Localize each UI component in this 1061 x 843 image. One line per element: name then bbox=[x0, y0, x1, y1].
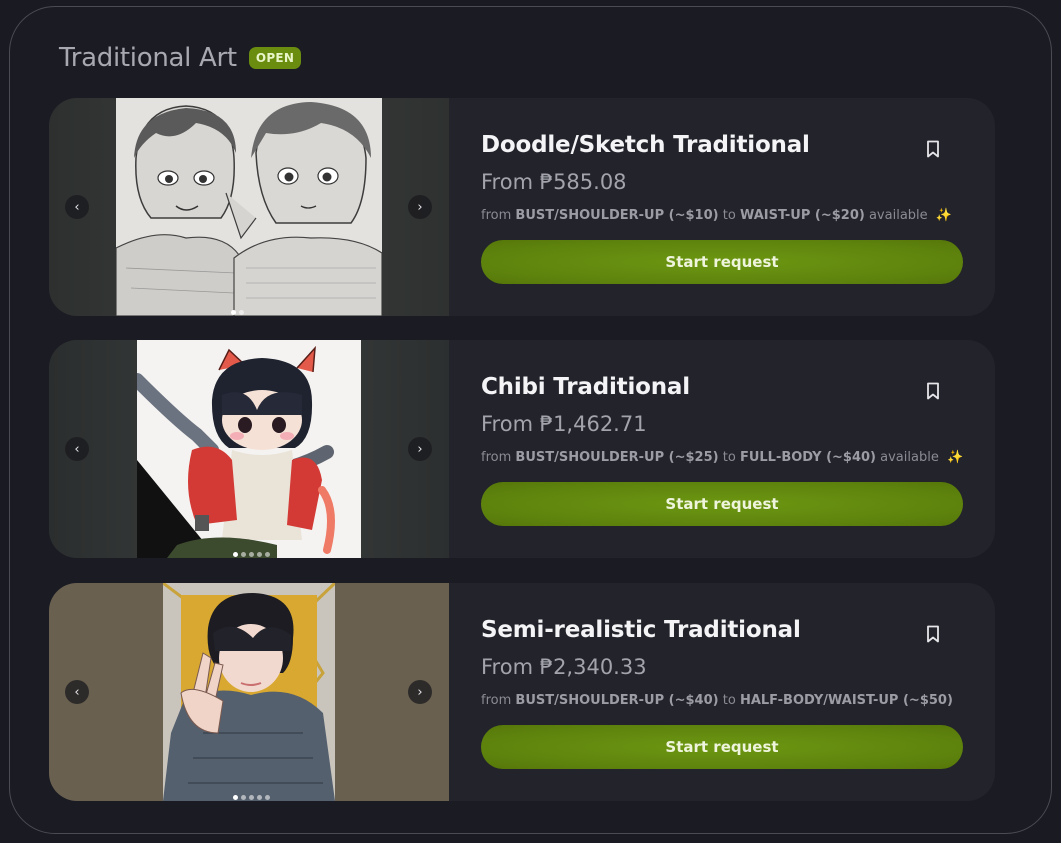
carousel-next-button[interactable]: › bbox=[408, 680, 432, 704]
bookmark-icon[interactable] bbox=[923, 381, 943, 401]
chevron-left-icon: ‹ bbox=[74, 441, 80, 457]
section-header: Traditional Art OPEN bbox=[59, 43, 302, 73]
card-info: Chibi Traditional From ₱1,462.71 from BU… bbox=[481, 340, 963, 558]
sparkle-icon: ✨ bbox=[935, 208, 952, 223]
carousel-dot[interactable] bbox=[233, 552, 238, 557]
bookmark-icon[interactable] bbox=[923, 139, 943, 159]
commission-card: ‹ › Semi-realistic Traditional From ₱2,3… bbox=[49, 583, 995, 801]
carousel-dot[interactable] bbox=[231, 310, 236, 315]
carousel-dot[interactable] bbox=[257, 552, 262, 557]
desc-size-b: WAIST-UP (~$20) bbox=[739, 208, 865, 223]
card-price: From ₱585.08 bbox=[481, 170, 627, 194]
start-request-button[interactable]: Start request bbox=[481, 240, 963, 284]
card-description: from BUST/SHOULDER-UP (~$10) to WAIST-UP… bbox=[481, 208, 952, 223]
start-request-button[interactable]: Start request bbox=[481, 482, 963, 526]
bookmark-icon[interactable] bbox=[923, 624, 943, 644]
desc-to: to bbox=[722, 208, 736, 223]
carousel-dot[interactable] bbox=[265, 795, 270, 800]
image-carousel[interactable]: ‹ › bbox=[49, 340, 449, 558]
chevron-right-icon: › bbox=[417, 199, 423, 215]
carousel-dots bbox=[231, 310, 244, 315]
card-title: Semi-realistic Traditional bbox=[481, 617, 801, 643]
status-badge: OPEN bbox=[248, 47, 302, 69]
section-title: Traditional Art bbox=[59, 43, 237, 73]
carousel-dot[interactable] bbox=[265, 552, 270, 557]
desc-size-b: HALF-BODY/WAIST-UP (~$50) bbox=[739, 693, 953, 708]
image-carousel[interactable]: ‹ › bbox=[49, 98, 449, 316]
carousel-next-button[interactable]: › bbox=[408, 195, 432, 219]
carousel-dot[interactable] bbox=[233, 795, 238, 800]
desc-from: from bbox=[481, 450, 512, 465]
carousel-dot[interactable] bbox=[257, 795, 262, 800]
chibi-artwork-image bbox=[137, 340, 361, 558]
sketch-artwork-image bbox=[116, 98, 382, 316]
chevron-left-icon: ‹ bbox=[74, 684, 80, 700]
desc-size-a: BUST/SHOULDER-UP (~$40) bbox=[515, 693, 719, 708]
carousel-dots bbox=[233, 552, 270, 557]
desc-size-a: BUST/SHOULDER-UP (~$10) bbox=[515, 208, 719, 223]
desc-to: to bbox=[722, 693, 736, 708]
carousel-next-button[interactable]: › bbox=[408, 437, 432, 461]
sparkle-icon: ✨ bbox=[946, 450, 964, 465]
carousel-prev-button[interactable]: ‹ bbox=[65, 195, 89, 219]
carousel-dot[interactable] bbox=[239, 310, 244, 315]
commission-card: ‹ › Chibi Traditional From ₱1,462.71 fro… bbox=[49, 340, 995, 558]
desc-suffix: available bbox=[868, 208, 928, 223]
card-title: Chibi Traditional bbox=[481, 374, 690, 400]
semi-realistic-artwork-image bbox=[163, 583, 335, 801]
carousel-dot[interactable] bbox=[249, 552, 254, 557]
desc-from: from bbox=[481, 693, 512, 708]
desc-from: from bbox=[481, 208, 512, 223]
carousel-dots bbox=[233, 795, 270, 800]
carousel-prev-button[interactable]: ‹ bbox=[65, 680, 89, 704]
chevron-right-icon: › bbox=[417, 684, 423, 700]
commission-card: ‹ › Doodle/Sketch Traditional From ₱585.… bbox=[49, 98, 995, 316]
carousel-dot[interactable] bbox=[241, 795, 246, 800]
chevron-right-icon: › bbox=[417, 441, 423, 457]
card-info: Semi-realistic Traditional From ₱2,340.3… bbox=[481, 583, 963, 801]
card-info: Doodle/Sketch Traditional From ₱585.08 f… bbox=[481, 98, 963, 316]
carousel-dot[interactable] bbox=[241, 552, 246, 557]
carousel-dot[interactable] bbox=[249, 795, 254, 800]
chevron-left-icon: ‹ bbox=[74, 199, 80, 215]
desc-suffix: available bbox=[880, 450, 939, 465]
image-carousel[interactable]: ‹ › bbox=[49, 583, 449, 801]
card-price: From ₱1,462.71 bbox=[481, 412, 647, 436]
desc-size-b: FULL-BODY (~$40) bbox=[739, 450, 876, 465]
card-title: Doodle/Sketch Traditional bbox=[481, 132, 810, 158]
desc-size-a: BUST/SHOULDER-UP (~$25) bbox=[515, 450, 719, 465]
desc-to: to bbox=[722, 450, 736, 465]
carousel-prev-button[interactable]: ‹ bbox=[65, 437, 89, 461]
card-description: from BUST/SHOULDER-UP (~$25) to FULL-BOD… bbox=[481, 450, 963, 465]
start-request-button[interactable]: Start request bbox=[481, 725, 963, 769]
card-description: from BUST/SHOULDER-UP (~$40) to HALF-BOD… bbox=[481, 693, 953, 708]
card-price: From ₱2,340.33 bbox=[481, 655, 647, 679]
